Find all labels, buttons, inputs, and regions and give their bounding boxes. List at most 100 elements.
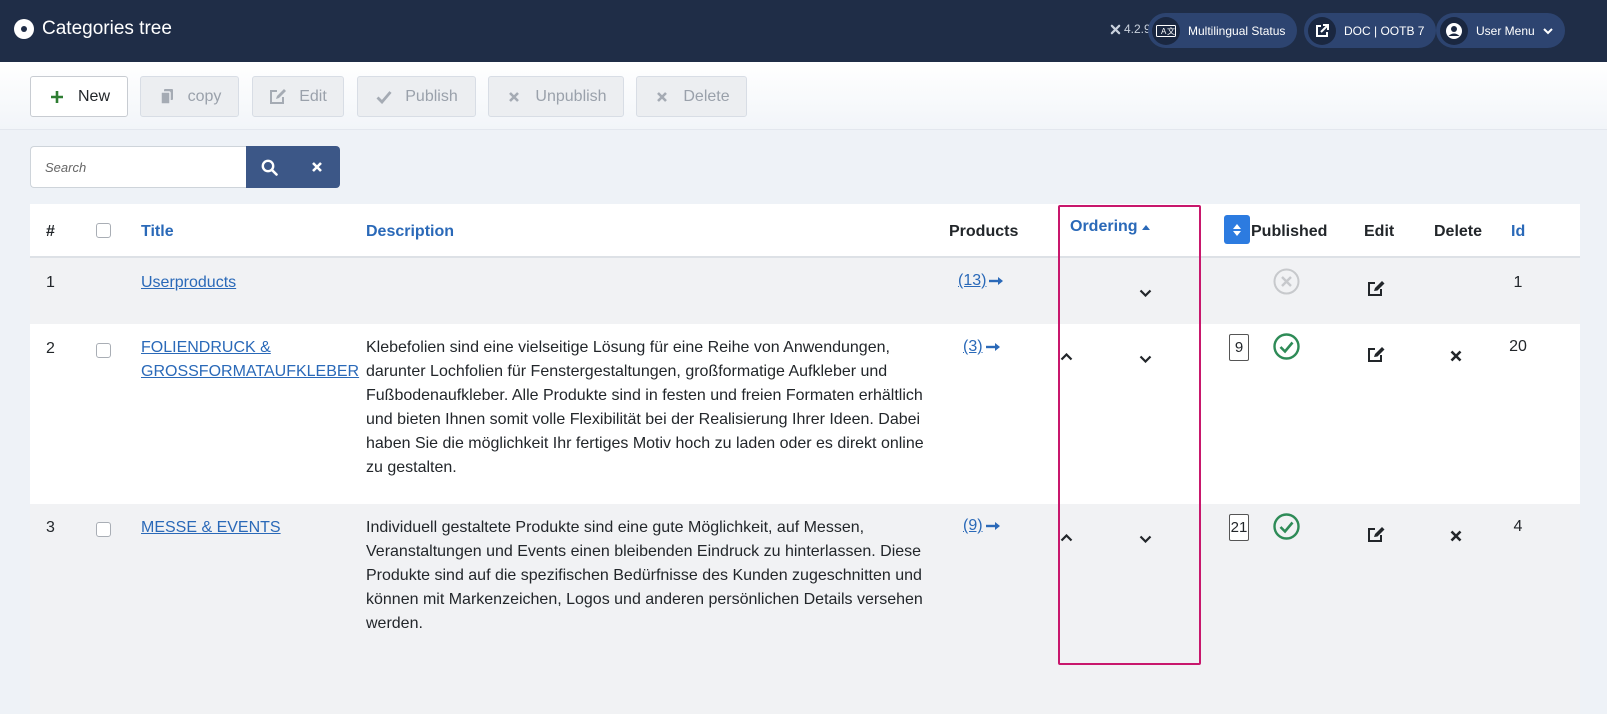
save-order-button[interactable] [1224,215,1250,244]
new-label: New [77,87,110,105]
unpublish-button[interactable]: Unpublish [488,76,624,117]
version-label: 4.2.9 [1110,22,1151,36]
published-check-icon [1273,513,1300,540]
chevron-down-icon [1542,27,1553,34]
svg-text:文: 文 [1167,26,1175,36]
edit-label: Edit [299,87,327,105]
row-number: 2 [46,340,55,357]
row-checkbox[interactable] [96,343,111,358]
products-count: (13) [958,272,987,289]
categories-table: # Title Description Products Ordering Pu… [30,204,1580,714]
products-count: (3) [963,338,983,355]
unpublished-icon [1273,268,1300,295]
page-title: Categories tree [42,18,172,39]
move-down-button[interactable] [1139,350,1152,368]
user-icon [1440,16,1468,45]
category-description: Individuell gestaltete Produkte sind ein… [366,519,923,632]
row-delete-button[interactable] [1450,349,1462,367]
new-button[interactable]: New [30,76,128,117]
user-menu-button[interactable]: User Menu [1436,13,1565,48]
arrow-right-icon [985,522,1000,530]
doc-ootb-button[interactable]: DOC | OOTB 7 [1304,13,1437,48]
publish-button[interactable]: Publish [357,76,476,117]
row-edit-button[interactable] [1367,280,1386,302]
row-delete-button[interactable] [1450,529,1462,547]
chevron-up-icon [1060,533,1073,542]
check-icon [375,88,393,106]
category-description: Klebefolien sind eine vielseitige Lösung… [366,339,924,476]
row-edit-button[interactable] [1367,346,1386,368]
plus-icon [48,88,66,106]
joomla-menu-icon[interactable] [14,19,34,39]
header-ordering-label: Ordering [1070,218,1138,235]
order-input[interactable]: 9 [1229,334,1249,361]
move-down-button[interactable] [1139,284,1152,302]
version-text: 4.2.9 [1124,22,1151,36]
chevron-down-icon [1139,535,1152,544]
edit-icon [269,88,287,106]
products-link[interactable]: (9) [963,517,1001,535]
times-icon [505,88,523,106]
category-title-link[interactable]: MESSE & EVENTS [141,516,351,540]
delete-button[interactable]: Delete [636,76,747,117]
search-bar [30,146,340,188]
header-description[interactable]: Description [366,223,454,241]
multilingual-status-button[interactable]: A文 Multilingual Status [1148,13,1298,48]
move-up-button[interactable] [1060,529,1073,547]
row-id: 20 [1509,338,1527,355]
external-link-icon [1308,16,1336,45]
arrow-right-icon [989,277,1004,285]
row-edit-button[interactable] [1367,526,1386,548]
delete-label: Delete [683,87,730,105]
row-number: 3 [46,519,55,536]
row-checkbox[interactable] [96,522,111,537]
published-toggle[interactable] [1273,333,1300,365]
edit-icon [1368,281,1385,296]
header-ordering[interactable]: Ordering [1070,218,1151,236]
delete-icon [1450,350,1462,362]
published-check-icon [1273,333,1300,360]
products-link[interactable]: (13) [958,272,1004,290]
sort-asc-icon [1141,225,1150,230]
delete-icon [1450,530,1462,542]
language-icon: A文 [1152,16,1180,45]
header-published: Published [1251,223,1328,240]
edit-icon [1368,527,1385,542]
order-input[interactable]: 21 [1229,514,1249,541]
header-number: # [46,223,55,240]
close-icon [311,162,322,172]
move-up-button[interactable] [1060,348,1073,366]
table-row: 1 Userproducts (13) 1 [30,258,1580,324]
joomla-icon [1110,24,1121,34]
header-products: Products [949,223,1019,240]
chevron-down-icon [1139,355,1152,364]
copy-button[interactable]: copy [140,76,239,117]
products-link[interactable]: (3) [963,338,1001,356]
move-down-button[interactable] [1139,530,1152,548]
category-title-link[interactable]: FOLIENDRUCK & GROSSFORMATAUFKLEBER [141,336,359,384]
times-icon [653,88,671,106]
search-input[interactable] [30,146,246,188]
sort-icon [1233,223,1241,236]
table-row: 3 MESSE & EVENTS Individuell gestaltete … [30,504,1580,714]
table-header: # Title Description Products Ordering Pu… [30,204,1580,258]
search-button[interactable] [246,146,293,188]
copy-icon [158,88,176,106]
search-icon [261,159,278,176]
top-header: Categories tree 4.2.9 A文 Multilingual St… [0,0,1607,62]
header-select-all[interactable] [96,223,111,238]
unpublish-label: Unpublish [535,87,607,105]
action-toolbar: New copy Edit Publish Unpublish Delete [0,62,1607,130]
arrow-right-icon [985,343,1000,351]
user-menu-label: User Menu [1476,23,1535,38]
chevron-down-icon [1139,289,1152,298]
category-title-link[interactable]: Userproducts [141,271,351,295]
header-title[interactable]: Title [141,223,174,241]
row-id: 1 [1513,274,1523,291]
header-id[interactable]: Id [1511,223,1525,241]
published-toggle[interactable] [1273,513,1300,545]
edit-button[interactable]: Edit [252,76,344,117]
unpublished-toggle[interactable] [1273,268,1300,300]
clear-search-button[interactable] [293,146,340,188]
header-delete: Delete [1434,223,1483,240]
